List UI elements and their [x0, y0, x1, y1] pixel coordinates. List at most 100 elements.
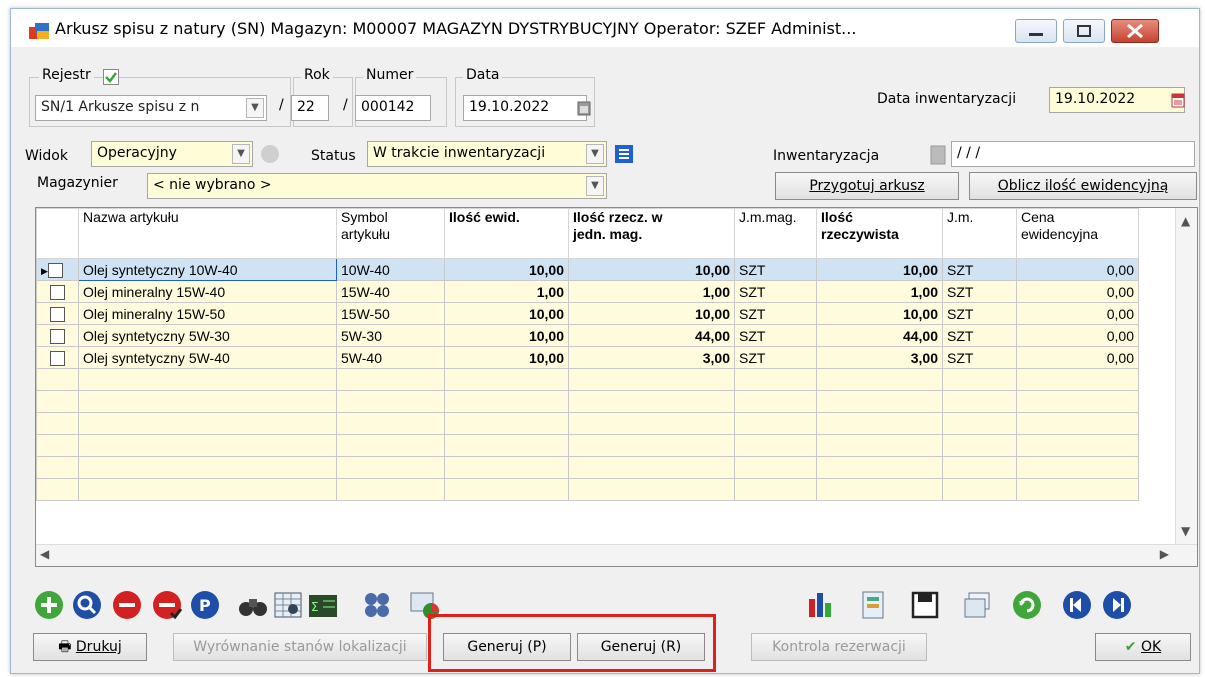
- rejestr-checkbox[interactable]: [103, 69, 119, 85]
- table-row[interactable]: Olej mineralny 15W-50 15W-50 10,00 10,00 SZT…: [36, 302, 1139, 325]
- cell-ewid[interactable]: 10,00: [444, 302, 569, 325]
- wyrownanie-button[interactable]: Wyrównanie stanów lokalizacji: [173, 633, 427, 661]
- oblicz-ilosc-button[interactable]: Oblicz ilość ewidencyjną: [969, 172, 1197, 200]
- binoculars-icon[interactable]: [237, 589, 269, 621]
- kontrola-rezerwacji-button[interactable]: Kontrola rezerwacji: [751, 633, 927, 661]
- last-record-icon[interactable]: [1101, 589, 1133, 621]
- cell-cena[interactable]: 0,00: [1016, 302, 1139, 325]
- header-cena[interactable]: Cena ewidencyjna: [1016, 208, 1139, 259]
- gears-icon[interactable]: [361, 589, 393, 621]
- cell-rzecz_mag[interactable]: 44,00: [568, 324, 735, 347]
- cell-symbol[interactable]: 5W-30: [336, 324, 445, 347]
- chevron-down-icon[interactable]: ▼: [246, 98, 264, 118]
- header-jm[interactable]: J.m.: [942, 208, 1017, 259]
- cell-jm[interactable]: SZT: [942, 280, 1017, 303]
- widok-combo[interactable]: Operacyjny ▼: [91, 141, 253, 167]
- close-button[interactable]: [1111, 19, 1159, 43]
- cell-rzecz[interactable]: 1,00: [816, 280, 943, 303]
- row-checkbox[interactable]: [50, 350, 65, 366]
- cell-rzecz[interactable]: 10,00: [816, 258, 943, 281]
- header-nazwa[interactable]: Nazwa artykułu: [78, 208, 337, 259]
- p-icon[interactable]: P: [189, 589, 221, 621]
- cell-name[interactable]: Olej syntetyczny 10W-40: [78, 258, 337, 281]
- cell-rzecz[interactable]: 3,00: [816, 346, 943, 369]
- cell-ewid[interactable]: 1,00: [444, 280, 569, 303]
- cell-name[interactable]: Olej syntetyczny 5W-40: [78, 346, 337, 369]
- spreadsheet-search-icon[interactable]: [273, 589, 305, 621]
- cell-jm[interactable]: SZT: [942, 302, 1017, 325]
- cell-rzecz[interactable]: 44,00: [816, 324, 943, 347]
- ok-button[interactable]: ✔ OK: [1095, 633, 1191, 661]
- cell-jm[interactable]: SZT: [942, 258, 1017, 281]
- row-select-cell[interactable]: [36, 324, 79, 347]
- chevron-down-icon[interactable]: ▼: [232, 144, 250, 164]
- horizontal-scrollbar[interactable]: ◀ ▶: [36, 544, 1197, 566]
- inwentaryzacja-input[interactable]: / / /: [951, 141, 1195, 167]
- cell-jm_mag[interactable]: SZT: [734, 302, 817, 325]
- refresh-icon[interactable]: [1011, 589, 1043, 621]
- row-select-cell[interactable]: [36, 280, 79, 303]
- first-record-icon[interactable]: [1061, 589, 1093, 621]
- cell-symbol[interactable]: 5W-40: [336, 346, 445, 369]
- table-row[interactable]: ▶ Olej syntetyczny 10W-40 10W-40 10,00 10,00…: [36, 258, 1139, 281]
- cell-jm_mag[interactable]: SZT: [734, 280, 817, 303]
- cell-symbol[interactable]: 10W-40: [336, 258, 445, 281]
- table-row[interactable]: Olej syntetyczny 5W-40 5W-40 10,00 3,00 SZT 3…: [36, 346, 1139, 369]
- inwentaryzacja-picker-icon[interactable]: [929, 145, 947, 165]
- przygotuj-arkusz-button[interactable]: Przygotuj arkusz: [775, 172, 959, 200]
- row-checkbox[interactable]: [47, 262, 63, 278]
- bar-chart-icon[interactable]: [805, 589, 837, 621]
- save-icon[interactable]: [909, 589, 941, 621]
- widok-options-icon[interactable]: [261, 145, 279, 163]
- cell-rzecz_mag[interactable]: 3,00: [568, 346, 735, 369]
- cell-name[interactable]: Olej mineralny 15W-50: [78, 302, 337, 325]
- calendar-icon[interactable]: [577, 100, 591, 116]
- cell-jm_mag[interactable]: SZT: [734, 324, 817, 347]
- rejestr-combo[interactable]: SN/1 Arkusze spisu z n ▼: [35, 95, 267, 121]
- cell-jm[interactable]: SZT: [942, 346, 1017, 369]
- header-ilosc-rzeczywista[interactable]: Ilość rzeczywista: [816, 208, 943, 259]
- vertical-scrollbar[interactable]: ▲ ▼: [1175, 208, 1197, 566]
- chevron-down-icon[interactable]: ▼: [586, 176, 604, 196]
- minimize-button[interactable]: [1015, 19, 1057, 43]
- cell-ewid[interactable]: 10,00: [444, 324, 569, 347]
- list-icon[interactable]: [614, 144, 634, 164]
- cell-cena[interactable]: 0,00: [1016, 258, 1139, 281]
- delete-icon[interactable]: [111, 589, 143, 621]
- scroll-right-icon[interactable]: ▶: [1160, 547, 1169, 561]
- row-checkbox[interactable]: [50, 328, 65, 344]
- row-checkbox[interactable]: [50, 284, 65, 300]
- drukuj-button[interactable]: 🖶 Drukuj: [33, 633, 147, 661]
- table-row[interactable]: Olej mineralny 15W-40 15W-40 1,00 1,00 SZT 1,…: [36, 280, 1139, 303]
- scroll-up-icon[interactable]: ▲: [1181, 214, 1190, 228]
- row-select-cell[interactable]: [36, 302, 79, 325]
- windows-icon[interactable]: [961, 589, 993, 621]
- header-ilosc-ewid[interactable]: Ilość ewid.: [444, 208, 569, 259]
- cell-cena[interactable]: 0,00: [1016, 346, 1139, 369]
- header-ilosc-rzecz-mag[interactable]: Ilość rzecz. w jedn. mag.: [568, 208, 735, 259]
- scroll-down-icon[interactable]: ▼: [1181, 524, 1190, 538]
- row-select-cell[interactable]: ▶: [36, 258, 79, 281]
- cell-rzecz[interactable]: 10,00: [816, 302, 943, 325]
- calendar-red-icon[interactable]: [1171, 92, 1185, 108]
- cell-name[interactable]: Olej mineralny 15W-40: [78, 280, 337, 303]
- view-details-icon[interactable]: [71, 589, 103, 621]
- delete-checked-icon[interactable]: [151, 589, 183, 621]
- cell-rzecz_mag[interactable]: 10,00: [568, 302, 735, 325]
- maximize-button[interactable]: [1063, 19, 1105, 43]
- cell-ewid[interactable]: 10,00: [444, 258, 569, 281]
- magazynier-combo[interactable]: < nie wybrano > ▼: [147, 173, 607, 199]
- rok-input[interactable]: 22: [291, 95, 329, 121]
- sum-calculator-icon[interactable]: Σ: [307, 589, 339, 621]
- row-select-cell[interactable]: [36, 346, 79, 369]
- cell-symbol[interactable]: 15W-40: [336, 280, 445, 303]
- cell-cena[interactable]: 0,00: [1016, 280, 1139, 303]
- table-row[interactable]: Olej syntetyczny 5W-30 5W-30 10,00 44,00 SZT…: [36, 324, 1139, 347]
- cell-cena[interactable]: 0,00: [1016, 324, 1139, 347]
- cell-symbol[interactable]: 15W-50: [336, 302, 445, 325]
- header-symbol[interactable]: Symbol artykułu: [336, 208, 445, 259]
- cell-name[interactable]: Olej syntetyczny 5W-30: [78, 324, 337, 347]
- cell-jm[interactable]: SZT: [942, 324, 1017, 347]
- status-combo[interactable]: W trakcie inwentaryzacji ▼: [367, 141, 607, 167]
- cell-rzecz_mag[interactable]: 10,00: [568, 258, 735, 281]
